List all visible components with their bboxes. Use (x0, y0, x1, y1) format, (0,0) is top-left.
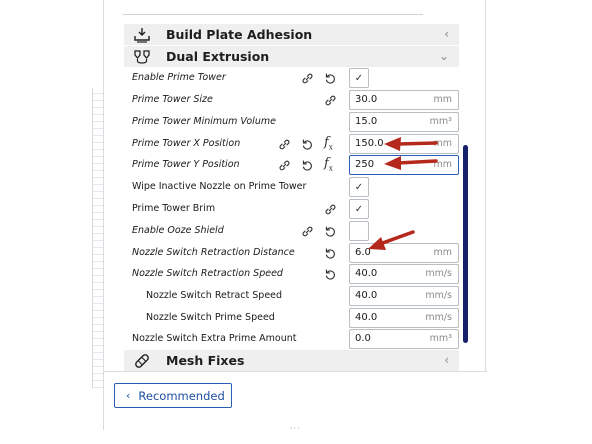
section-mesh-fixes[interactable]: Mesh Fixes ‹ (124, 350, 459, 371)
reset-icon[interactable] (323, 246, 338, 261)
link-icon[interactable] (300, 224, 315, 239)
field-value: 40.0 (355, 290, 378, 301)
enable-prime-tower-checkbox[interactable]: ✓ (349, 68, 369, 88)
field-unit: mm³ (429, 116, 452, 127)
setting-label: Enable Ooze Shield (132, 225, 224, 236)
build-plate-adhesion-icon (134, 27, 150, 43)
dual-extrusion-icon (134, 49, 150, 65)
setting-nozzle-switch-retraction-distance: Nozzle Switch Retraction Distance 6.0 mm (124, 243, 459, 264)
mesh-fixes-icon (134, 353, 150, 369)
setting-label: Nozzle Switch Extra Prime Amount (132, 333, 297, 344)
enable-ooze-shield-checkbox[interactable] (349, 221, 369, 241)
setting-enable-ooze-shield: Enable Ooze Shield (124, 221, 459, 242)
field-unit: mm (433, 138, 452, 149)
field-value: 40.0 (355, 312, 378, 323)
field-value: 40.0 (355, 268, 378, 279)
link-icon[interactable] (323, 93, 338, 108)
panel-top-divider (123, 14, 423, 15)
field-value: 6.0 (355, 247, 371, 258)
nozzle-switch-extra-prime-amount-input[interactable]: 0.0 mm³ (349, 329, 459, 349)
field-unit: mm (433, 94, 452, 105)
setting-nozzle-switch-extra-prime-amount: Nozzle Switch Extra Prime Amount 0.0 mm³ (124, 329, 459, 350)
panel-footer: ‹ Recommended ··· (104, 371, 487, 433)
nozzle-switch-retraction-speed-input[interactable]: 40.0 mm/s (349, 264, 459, 284)
section-dual-extrusion[interactable]: Dual Extrusion ⌄ (124, 46, 459, 67)
section-title: Build Plate Adhesion (166, 27, 313, 42)
setting-label: Prime Tower X Position (132, 138, 241, 149)
setting-prime-tower-y: Prime Tower Y Position fx 250 mm (124, 155, 459, 176)
field-unit: mm³ (429, 333, 452, 344)
link-icon[interactable] (323, 202, 338, 217)
field-unit: mm/s (425, 312, 452, 323)
section-title: Mesh Fixes (166, 353, 245, 368)
prime-tower-y-input[interactable]: 250 mm (349, 155, 459, 175)
setting-label: Prime Tower Y Position (132, 159, 240, 170)
field-value: 150.0 (355, 138, 384, 149)
setting-nozzle-switch-prime-speed: Nozzle Switch Prime Speed 40.0 mm/s (124, 308, 459, 329)
setting-label: Nozzle Switch Retraction Distance (132, 247, 295, 258)
nozzle-switch-retraction-distance-input[interactable]: 6.0 mm (349, 243, 459, 263)
field-unit: mm/s (425, 268, 452, 279)
prime-tower-x-input[interactable]: 150.0 mm (349, 134, 459, 154)
wipe-inactive-nozzle-checkbox[interactable]: ✓ (349, 177, 369, 197)
settings-scrollbar[interactable] (463, 145, 468, 343)
link-icon[interactable] (277, 137, 292, 152)
setting-nozzle-switch-retraction-speed: Nozzle Switch Retraction Speed 40.0 mm/s (124, 264, 459, 285)
setting-label: Enable Prime Tower (132, 72, 226, 83)
chevron-down-icon[interactable]: ⌄ (439, 49, 449, 63)
setting-prime-tower-brim: Prime Tower Brim ✓ (124, 199, 459, 220)
fx-icon[interactable]: fx (324, 156, 339, 173)
reset-icon[interactable] (300, 158, 315, 173)
field-value: 250 (355, 159, 375, 170)
reset-icon[interactable] (323, 224, 338, 239)
prime-tower-min-volume-input[interactable]: 15.0 mm³ (349, 112, 459, 132)
fx-icon[interactable]: fx (324, 135, 339, 152)
setting-label: Nozzle Switch Retract Speed (146, 290, 283, 301)
setting-enable-prime-tower: Enable Prime Tower ✓ (124, 68, 459, 89)
setting-label: Nozzle Switch Retraction Speed (132, 268, 283, 279)
field-unit: mm (433, 159, 452, 170)
field-unit: mm/s (425, 290, 452, 301)
recommended-label: Recommended (138, 388, 225, 403)
print-settings-panel: Build Plate Adhesion ‹ Dual Extrusion ⌄ … (103, 0, 487, 433)
nozzle-switch-prime-speed-input[interactable]: 40.0 mm/s (349, 308, 459, 328)
nozzle-switch-retract-speed-input[interactable]: 40.0 mm/s (349, 286, 459, 306)
setting-prime-tower-min-volume: Prime Tower Minimum Volume 15.0 mm³ (124, 112, 459, 133)
viewport-strip (0, 0, 103, 444)
field-value: 30.0 (355, 94, 378, 105)
setting-prime-tower-size: Prime Tower Size 30.0 mm (124, 90, 459, 111)
field-value: 0.0 (355, 333, 371, 344)
setting-label: Wipe Inactive Nozzle on Prime Tower (132, 181, 307, 192)
section-build-plate-adhesion[interactable]: Build Plate Adhesion ‹ (124, 24, 459, 45)
link-icon[interactable] (277, 158, 292, 173)
chevron-left-icon: ‹ (126, 389, 131, 402)
right-background (486, 0, 592, 444)
build-plate-grid (92, 88, 103, 388)
chevron-left-icon[interactable]: ‹ (444, 353, 449, 367)
reset-icon[interactable] (300, 137, 315, 152)
chevron-left-icon[interactable]: ‹ (444, 27, 449, 41)
reset-icon[interactable] (323, 267, 338, 282)
field-unit: mm (433, 247, 452, 258)
setting-label: Prime Tower Size (132, 94, 213, 105)
reset-icon[interactable] (323, 71, 338, 86)
resize-grip-icon[interactable]: ··· (290, 424, 301, 433)
link-icon[interactable] (300, 71, 315, 86)
prime-tower-brim-checkbox[interactable]: ✓ (349, 199, 369, 219)
setting-wipe-inactive-nozzle: Wipe Inactive Nozzle on Prime Tower ✓ (124, 177, 459, 198)
section-title: Dual Extrusion (166, 49, 270, 64)
setting-label: Prime Tower Brim (132, 203, 216, 214)
field-value: 15.0 (355, 116, 378, 127)
setting-prime-tower-x: Prime Tower X Position fx 150.0 mm (124, 134, 459, 155)
setting-nozzle-switch-retract-speed: Nozzle Switch Retract Speed 40.0 mm/s (124, 286, 459, 307)
recommended-button[interactable]: ‹ Recommended (114, 383, 232, 408)
prime-tower-size-input[interactable]: 30.0 mm (349, 90, 459, 110)
setting-label: Nozzle Switch Prime Speed (146, 312, 275, 323)
setting-label: Prime Tower Minimum Volume (132, 116, 276, 127)
